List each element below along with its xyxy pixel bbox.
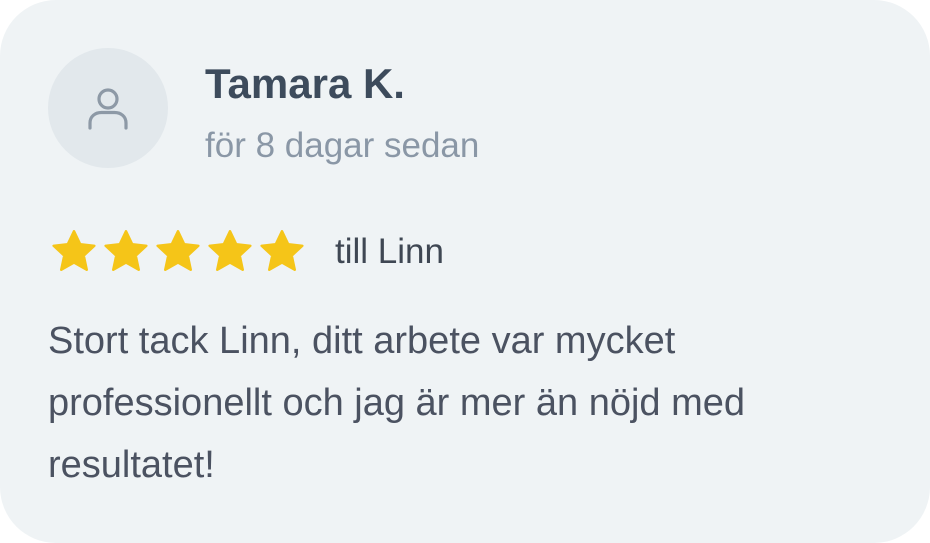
user-icon bbox=[88, 88, 128, 130]
avatar bbox=[48, 48, 168, 168]
star-icon bbox=[260, 230, 304, 271]
star-icon bbox=[156, 230, 200, 271]
review-recipient: till Linn bbox=[335, 232, 444, 271]
star-rating bbox=[50, 228, 310, 276]
review-timestamp: för 8 dagar sedan bbox=[205, 126, 480, 165]
star-icon bbox=[208, 230, 252, 271]
review-card: Tamara K. för 8 dagar sedan till Linn St… bbox=[0, 0, 930, 543]
reviewer-name: Tamara K. bbox=[205, 60, 405, 107]
star-icon bbox=[52, 230, 96, 271]
review-text: Stort tack Linn, ditt arbete var mycket … bbox=[48, 320, 746, 486]
rating-row: till Linn bbox=[50, 227, 444, 277]
star-icon bbox=[104, 230, 148, 271]
